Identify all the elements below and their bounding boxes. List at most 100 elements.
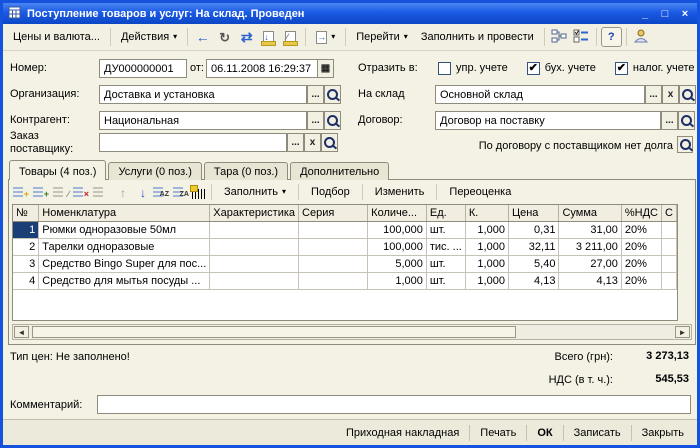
cell[interactable]: 1,000 bbox=[465, 255, 509, 273]
cell[interactable]: 4 bbox=[13, 272, 40, 290]
contract-open-button[interactable] bbox=[678, 111, 695, 130]
cell[interactable] bbox=[209, 221, 300, 239]
debt-open-button[interactable] bbox=[677, 136, 693, 153]
cell[interactable]: Средство для мытья посуды ... bbox=[38, 272, 211, 290]
table-row[interactable]: 2 Тарелки одноразовые 100,000 тис. ... 1,000… bbox=[13, 238, 677, 256]
cell[interactable]: шт. bbox=[426, 272, 466, 290]
cell[interactable] bbox=[298, 221, 369, 239]
checkbox[interactable] bbox=[438, 61, 451, 75]
footer-button[interactable]: ОК bbox=[529, 424, 560, 442]
contractor-select-button[interactable]: ... bbox=[307, 111, 324, 130]
tab[interactable]: Дополнительно bbox=[290, 162, 390, 180]
column-header[interactable]: Характеристика bbox=[209, 205, 300, 222]
cell[interactable] bbox=[209, 272, 300, 290]
cell[interactable]: тис. ... bbox=[426, 238, 466, 256]
column-header[interactable]: К. bbox=[465, 205, 509, 222]
barcode-icon[interactable] bbox=[190, 185, 206, 199]
cell[interactable]: Средство Bingo Super для пос... bbox=[38, 255, 211, 273]
tab[interactable]: Товары (4 поз.) bbox=[9, 160, 107, 180]
supplier-order-select-button[interactable]: ... bbox=[287, 133, 304, 152]
cell[interactable]: 1,000 bbox=[465, 238, 509, 256]
renumber-button[interactable]: ↻ bbox=[214, 27, 235, 47]
cell[interactable]: 1,000 bbox=[465, 221, 509, 239]
column-header[interactable]: Сумма bbox=[558, 205, 622, 222]
cell[interactable]: 5,40 bbox=[508, 255, 560, 273]
warehouse-field[interactable]: Основной склад bbox=[435, 85, 645, 104]
warehouse-open-button[interactable] bbox=[679, 85, 696, 104]
horizontal-scrollbar[interactable]: ◄ ► bbox=[12, 324, 692, 340]
cell[interactable]: 4,13 bbox=[508, 272, 560, 290]
supplier-order-clear-button[interactable]: x bbox=[304, 133, 321, 152]
cell[interactable] bbox=[209, 238, 300, 256]
column-header[interactable]: Серия bbox=[298, 205, 369, 222]
table-row[interactable]: 1 Рюмки одноразовые 50мл 100,000 шт. 1,000 0,… bbox=[13, 221, 677, 239]
column-header[interactable]: Количе... bbox=[367, 205, 427, 222]
structure-button[interactable] bbox=[549, 27, 570, 47]
cell[interactable] bbox=[661, 238, 677, 256]
cell[interactable]: шт. bbox=[426, 221, 466, 239]
cell[interactable] bbox=[661, 221, 677, 239]
pick-button[interactable]: Подбор bbox=[304, 184, 357, 200]
actions-menu-button[interactable]: Действия ▾ bbox=[115, 29, 183, 45]
minimize-icon[interactable]: _ bbox=[638, 8, 652, 20]
back-button[interactable]: ← bbox=[192, 27, 213, 47]
sort-desc-icon[interactable]: ZA bbox=[172, 184, 189, 200]
column-header[interactable]: Цена bbox=[508, 205, 560, 222]
tab[interactable]: Услуги (0 поз.) bbox=[108, 162, 202, 180]
cell[interactable]: 1,000 bbox=[465, 272, 509, 290]
cell[interactable]: 2 bbox=[13, 238, 40, 256]
footer-button[interactable]: Закрыть bbox=[634, 424, 692, 442]
cell[interactable]: шт. bbox=[426, 255, 466, 273]
reread-button[interactable]: ⇄ bbox=[236, 27, 257, 47]
help-button[interactable]: ? bbox=[600, 27, 622, 47]
cell[interactable]: 1 bbox=[13, 221, 40, 239]
footer-button[interactable]: Записать bbox=[566, 424, 629, 442]
cell[interactable] bbox=[661, 272, 677, 290]
contract-field[interactable]: Договор на поставку bbox=[435, 111, 661, 130]
warehouse-select-button[interactable]: ... bbox=[645, 85, 662, 104]
tab[interactable]: Тара (0 поз.) bbox=[203, 162, 289, 180]
cell[interactable]: 5,000 bbox=[367, 255, 427, 273]
contract-select-button[interactable]: ... bbox=[661, 111, 678, 130]
contractor-field[interactable]: Национальная bbox=[99, 111, 307, 130]
cell[interactable]: 20% bbox=[621, 221, 663, 239]
goto-menu-button[interactable]: Перейти ▾ bbox=[350, 29, 414, 45]
delete-row-icon[interactable]: × bbox=[72, 184, 89, 200]
fill-and-post-button[interactable]: Заполнить и провести bbox=[415, 29, 540, 45]
column-header[interactable]: %НДС bbox=[621, 205, 663, 222]
move-down-icon[interactable]: ↓ bbox=[132, 184, 149, 200]
footer-button[interactable]: Печать bbox=[472, 424, 524, 442]
scroll-right-icon[interactable]: ► bbox=[675, 326, 690, 338]
add-row-icon[interactable]: + bbox=[12, 184, 29, 200]
column-header[interactable]: № bbox=[13, 205, 40, 222]
cell[interactable] bbox=[298, 272, 369, 290]
table-row[interactable]: 3 Средство Bingo Super для пос... 5,000 шт.… bbox=[13, 255, 677, 273]
calendar-button[interactable]: ▦ bbox=[317, 59, 334, 78]
cell[interactable] bbox=[298, 255, 369, 273]
number-field[interactable]: ДУ000000001 bbox=[99, 59, 187, 78]
cell[interactable] bbox=[209, 255, 300, 273]
organization-select-button[interactable]: ... bbox=[307, 85, 324, 104]
maximize-icon[interactable]: □ bbox=[658, 8, 672, 20]
cell[interactable]: Рюмки одноразовые 50мл bbox=[38, 221, 211, 239]
list-settings-button[interactable] bbox=[571, 27, 592, 47]
column-header[interactable]: Номенклатура bbox=[38, 205, 211, 222]
column-header[interactable]: С bbox=[661, 205, 677, 222]
post-document-button[interactable]: ↓ bbox=[258, 27, 279, 47]
advisor-button[interactable] bbox=[631, 27, 652, 47]
reprice-button[interactable]: Переоценка bbox=[442, 184, 518, 200]
copy-row-icon[interactable]: + bbox=[32, 184, 49, 200]
cell[interactable] bbox=[298, 238, 369, 256]
edit-button[interactable]: Изменить bbox=[368, 184, 432, 200]
cell[interactable]: 4,13 bbox=[558, 272, 622, 290]
move-up-icon[interactable]: ↑ bbox=[112, 184, 129, 200]
scrollbar-thumb[interactable] bbox=[32, 326, 516, 338]
cell[interactable]: 100,000 bbox=[367, 238, 427, 256]
edit-row-icon[interactable]: ∕ bbox=[52, 184, 69, 200]
unpost-document-button[interactable]: ∕ bbox=[280, 27, 301, 47]
supplier-order-field[interactable] bbox=[99, 133, 287, 152]
date-field[interactable]: 06.11.2008 16:29:37 bbox=[206, 59, 318, 78]
fill-menu-button[interactable]: Заполнить ▾ bbox=[217, 184, 293, 200]
organization-field[interactable]: Доставка и установка bbox=[99, 85, 307, 104]
cell[interactable]: 3 bbox=[13, 255, 40, 273]
